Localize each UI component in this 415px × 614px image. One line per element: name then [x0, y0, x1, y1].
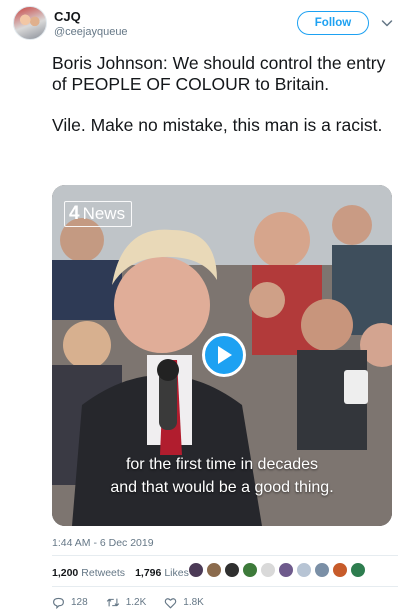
likes-stat[interactable]: 1,796 Likes: [135, 567, 189, 579]
retweets-count: 1,200: [52, 567, 79, 579]
channel-4-logo-mark: 4: [69, 203, 80, 224]
like-button[interactable]: 1.8K: [164, 597, 204, 609]
tweet-header: CJQ @ceejayqueue Follow: [0, 0, 415, 48]
channel-logo-text: News: [82, 204, 126, 223]
like-count: 1.8K: [183, 597, 204, 608]
reply-button[interactable]: 128: [52, 596, 88, 609]
video-caption: for the first time in decades and that w…: [52, 453, 392, 499]
liker-avatar[interactable]: [188, 562, 204, 578]
tweet-actions: 128 1.2K 1.8K: [52, 596, 222, 609]
liker-avatar[interactable]: [260, 562, 276, 578]
liker-avatars: [188, 562, 368, 578]
retweet-icon: [106, 598, 119, 607]
channel-logo: 4 News: [64, 201, 133, 227]
liker-avatar[interactable]: [224, 562, 240, 578]
tweet-text-line: Boris Johnson: We should control the ent…: [52, 53, 386, 94]
liker-avatar[interactable]: [278, 562, 294, 578]
retweet-button[interactable]: 1.2K: [106, 596, 147, 609]
play-button[interactable]: [202, 333, 246, 377]
liker-avatar[interactable]: [332, 562, 348, 578]
liker-avatar[interactable]: [242, 562, 258, 578]
play-icon: [218, 346, 232, 364]
retweets-label: Retweets: [81, 567, 126, 579]
more-options-button[interactable]: [379, 15, 395, 31]
user-handle[interactable]: @ceejayqueue: [54, 26, 128, 38]
retweets-stat[interactable]: 1,200 Retweets: [52, 567, 125, 579]
follow-button[interactable]: Follow: [297, 11, 369, 35]
display-name[interactable]: CJQ: [54, 9, 81, 24]
heart-icon: [165, 597, 177, 608]
divider: [52, 555, 398, 556]
tweet-text: Boris Johnson: We should control the ent…: [52, 53, 397, 136]
divider: [52, 586, 398, 587]
reply-icon: [53, 597, 64, 609]
engagement-stats: 1,200 Retweets 1,796 Likes: [52, 566, 199, 580]
caption-line: and that would be a good thing.: [110, 479, 334, 496]
likes-count: 1,796: [135, 567, 162, 579]
video-player[interactable]: 4 News for the first time in decades and…: [52, 185, 392, 526]
liker-avatar[interactable]: [206, 562, 222, 578]
retweet-count: 1.2K: [125, 597, 147, 608]
tweet-timestamp[interactable]: 1:44 AM - 6 Dec 2019: [52, 537, 154, 549]
tweet-text-line: Vile. Make no mistake, this man is a rac…: [52, 115, 383, 135]
liker-avatar[interactable]: [296, 562, 312, 578]
reply-count: 128: [71, 597, 88, 608]
avatar[interactable]: [13, 6, 47, 40]
chevron-down-icon: [381, 20, 393, 27]
caption-line: for the first time in decades: [125, 456, 319, 473]
likes-label: Likes: [164, 567, 189, 579]
liker-avatar[interactable]: [350, 562, 366, 578]
liker-avatar[interactable]: [314, 562, 330, 578]
